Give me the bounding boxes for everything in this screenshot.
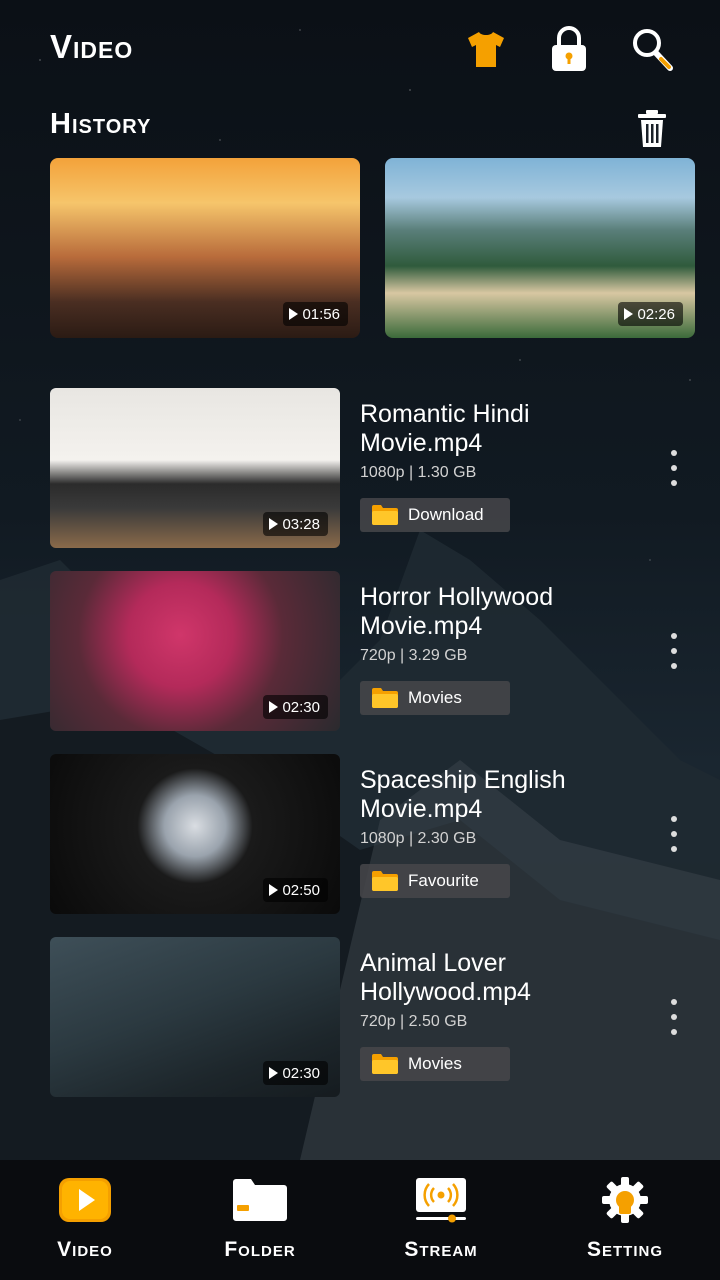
folder-chip[interactable]: Download [360,498,510,532]
video-thumbnail[interactable]: 02:50 [50,754,340,914]
more-options-button[interactable] [662,995,686,1039]
search-icon [633,29,673,71]
folder-icon [372,1054,398,1074]
nav-item-folder[interactable]: Folder [175,1160,345,1280]
duration-badge: 02:30 [263,695,328,719]
video-meta: 1080p | 1.30 GB [360,464,477,481]
history-item[interactable]: 01:56 [50,158,360,338]
gear-icon [602,1177,648,1223]
history-item[interactable]: 02:26 [385,158,695,338]
lock-button[interactable] [545,22,593,76]
top-bar: Video [50,22,680,76]
video-thumbnail[interactable]: 02:30 [50,937,340,1097]
folder-chip[interactable]: Favourite [360,864,510,898]
bottom-nav: Video Folder Stream Setting [0,1160,720,1280]
nav-label: Stream [404,1238,478,1261]
video-meta: 1080p | 2.30 GB [360,830,477,847]
more-options-button[interactable] [662,812,686,856]
folder-chip[interactable]: Movies [360,681,510,715]
video-meta: 720p | 3.29 GB [360,647,468,664]
nav-item-video[interactable]: Video [0,1160,170,1280]
nav-label: Setting [586,1238,663,1261]
play-icon [269,518,279,530]
theme-button[interactable] [462,22,510,76]
more-options-button[interactable] [662,446,686,490]
folder-name: Download [408,505,484,524]
folder-name: Movies [408,688,462,707]
more-options-button[interactable] [662,629,686,673]
lock-icon [552,26,586,71]
video-meta: 720p | 2.50 GB [360,1013,468,1030]
history-title: History [50,108,152,140]
folder-chip[interactable]: Movies [360,1047,510,1081]
nav-item-stream[interactable]: Stream [356,1160,526,1280]
folder-icon [372,871,398,891]
video-play-icon [59,1178,111,1222]
nav-item-setting[interactable]: Setting [540,1160,710,1280]
tshirt-icon [468,32,504,67]
video-thumbnail[interactable]: 03:28 [50,388,340,548]
play-icon [289,308,299,320]
folder-icon [233,1179,287,1221]
video-list-item: 03:28 Romantic Hindi Movie.mp4 1080p | 1… [50,388,690,548]
clear-history-button[interactable] [632,108,672,150]
duration-badge: 02:50 [263,878,328,902]
play-icon [269,1067,279,1079]
folder-icon [372,688,398,708]
trash-icon [638,110,666,147]
duration-badge: 02:26 [618,302,683,326]
duration-badge: 01:56 [283,302,348,326]
video-list-item: 02:30 Animal Lover Hollywood.mp4 720p | … [50,937,690,1097]
duration-badge: 03:28 [263,512,328,536]
video-title[interactable]: Horror Hollywood Movie.mp4 [360,583,630,641]
duration-badge: 02:30 [263,1061,328,1085]
video-list-item: 02:50 Spaceship English Movie.mp4 1080p … [50,754,690,914]
stream-icon [416,1178,466,1223]
folder-name: Favourite [408,871,479,890]
video-title[interactable]: Spaceship English Movie.mp4 [360,766,630,824]
folder-icon [372,505,398,525]
page-title: Video [50,28,134,65]
play-icon [624,308,634,320]
video-list-item: 02:30 Horror Hollywood Movie.mp4 720p | … [50,571,690,731]
search-button[interactable] [628,22,676,76]
nav-label: Folder [224,1238,296,1261]
folder-name: Movies [408,1054,462,1073]
video-title[interactable]: Animal Lover Hollywood.mp4 [360,949,630,1007]
nav-label: Video [57,1238,113,1261]
play-icon [269,884,279,896]
play-icon [269,701,279,713]
video-title[interactable]: Romantic Hindi Movie.mp4 [360,400,630,458]
video-thumbnail[interactable]: 02:30 [50,571,340,731]
